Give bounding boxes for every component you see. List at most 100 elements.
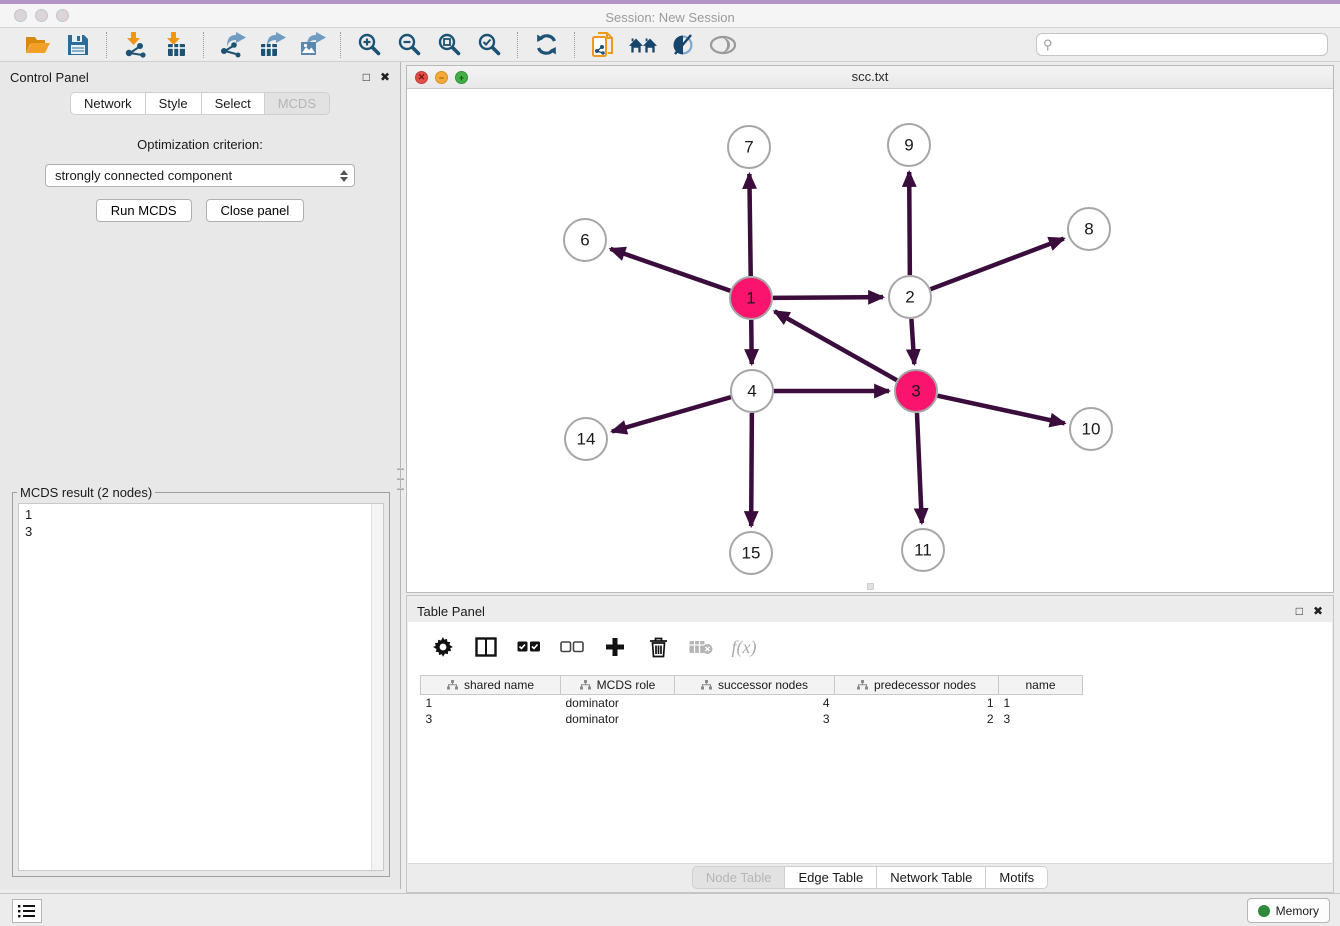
birds-eye-view-button[interactable] — [709, 31, 737, 59]
graph-node-3[interactable]: 3 — [895, 370, 937, 412]
export-network-button[interactable] — [218, 31, 246, 59]
result-scrollbar[interactable] — [371, 504, 383, 870]
export-image-button[interactable] — [298, 31, 326, 59]
graph-node-14[interactable]: 14 — [565, 418, 607, 460]
network-window-titlebar[interactable]: ✕ − + scc.txt — [407, 66, 1333, 89]
home-button[interactable] — [629, 31, 657, 59]
tab-style[interactable]: Style — [146, 92, 202, 115]
edge-1-2[interactable] — [773, 297, 883, 298]
plus-icon — [605, 637, 625, 657]
zoom-fit-button[interactable] — [435, 31, 463, 59]
canvas-grip[interactable] — [867, 583, 874, 590]
export-table-button[interactable] — [258, 31, 286, 59]
tab-mcds[interactable]: MCDS — [265, 92, 330, 115]
tab-select[interactable]: Select — [202, 92, 265, 115]
edge-3-11[interactable] — [917, 413, 922, 523]
network-zoom-button[interactable]: + — [455, 71, 468, 84]
column-header-MCDS-role[interactable]: MCDS role — [561, 676, 675, 695]
table-cell[interactable]: 1 — [999, 695, 1083, 711]
home-icon — [629, 33, 657, 57]
control-panel-maximize-button[interactable]: □ — [363, 70, 370, 84]
import-table-button[interactable] — [161, 31, 189, 59]
svg-text:14: 14 — [577, 430, 596, 449]
network-minimize-button[interactable]: − — [435, 71, 448, 84]
graph-node-9[interactable]: 9 — [888, 124, 930, 166]
network-close-button[interactable]: ✕ — [415, 71, 428, 84]
edge-2-9[interactable] — [909, 172, 910, 275]
graph-node-15[interactable]: 15 — [730, 532, 772, 574]
graph-node-1[interactable]: 1 — [730, 277, 772, 319]
node-table: shared nameMCDS rolesuccessor nodesprede… — [420, 675, 1083, 727]
table-row[interactable]: 1dominator411 — [421, 695, 1083, 711]
column-type-icon — [701, 680, 712, 690]
table-options-button[interactable] — [430, 635, 456, 659]
tab-network-table[interactable]: Network Table — [877, 866, 986, 889]
tab-node-table[interactable]: Node Table — [692, 866, 786, 889]
memory-status-icon — [1258, 905, 1270, 917]
table-cell[interactable]: 3 — [421, 711, 561, 727]
table-panel-close-button[interactable]: ✖ — [1313, 604, 1323, 618]
control-panel-close-button[interactable]: ✖ — [380, 70, 390, 84]
run-mcds-button[interactable]: Run MCDS — [96, 199, 192, 222]
graph-node-10[interactable]: 10 — [1070, 408, 1112, 450]
hide-graphics-details-button[interactable] — [669, 31, 697, 59]
add-column-button[interactable] — [602, 635, 628, 659]
graph-node-7[interactable]: 7 — [728, 126, 770, 168]
edge-4-15[interactable] — [751, 413, 752, 526]
edge-4-14[interactable] — [612, 397, 731, 431]
panel-splitter-handle[interactable] — [397, 468, 404, 490]
tab-network[interactable]: Network — [70, 92, 146, 115]
save-session-button[interactable] — [64, 31, 92, 59]
edge-2-3[interactable] — [911, 319, 914, 364]
tab-motifs[interactable]: Motifs — [986, 866, 1048, 889]
column-header-name[interactable]: name — [999, 676, 1083, 695]
column-type-icon — [580, 680, 591, 690]
graph-node-4[interactable]: 4 — [731, 370, 773, 412]
column-header-successor-nodes[interactable]: successor nodes — [675, 676, 835, 695]
zoom-selected-button[interactable] — [475, 31, 503, 59]
refresh-button[interactable] — [532, 31, 560, 59]
graph-node-11[interactable]: 11 — [902, 529, 944, 571]
table-cell[interactable]: 2 — [835, 711, 999, 727]
unselect-all-columns-button[interactable] — [559, 635, 585, 659]
table-cell[interactable]: dominator — [561, 711, 675, 727]
import-network-button[interactable] — [121, 31, 149, 59]
column-header-predecessor-nodes[interactable]: predecessor nodes — [835, 676, 999, 695]
graph-node-8[interactable]: 8 — [1068, 208, 1110, 250]
table-row[interactable]: 3dominator323 — [421, 711, 1083, 727]
network-graph[interactable]: 7 9 6 8 1 2 4 3 14 10 15 11 — [407, 89, 1333, 592]
edge-3-1[interactable] — [775, 311, 897, 380]
table-cell[interactable]: dominator — [561, 695, 675, 711]
network-canvas[interactable]: 7 9 6 8 1 2 4 3 14 10 15 11 — [407, 89, 1333, 592]
memory-button[interactable]: Memory — [1247, 898, 1330, 923]
open-session-button[interactable] — [24, 31, 52, 59]
table-panel-maximize-button[interactable]: □ — [1296, 604, 1303, 618]
delete-column-button[interactable] — [645, 635, 671, 659]
mcds-result-text[interactable]: 1 3 — [19, 504, 371, 870]
edge-1-7[interactable] — [749, 174, 750, 276]
table-cell[interactable]: 3 — [675, 711, 835, 727]
show-columns-button[interactable] — [473, 635, 499, 659]
table-cell[interactable]: 1 — [835, 695, 999, 711]
column-header-shared-name[interactable]: shared name — [421, 676, 561, 695]
zoom-out-button[interactable] — [395, 31, 423, 59]
table-cell[interactable]: 3 — [999, 711, 1083, 727]
graph-node-6[interactable]: 6 — [564, 219, 606, 261]
search-input[interactable] — [1057, 36, 1327, 54]
select-all-columns-button[interactable] — [516, 635, 542, 659]
zoom-in-icon — [357, 32, 382, 57]
tab-edge-table[interactable]: Edge Table — [785, 866, 877, 889]
duplicate-network-button[interactable] — [589, 31, 617, 59]
criterion-select[interactable]: strongly connected component — [45, 164, 355, 187]
table-cell[interactable]: 1 — [421, 695, 561, 711]
task-history-button[interactable] — [12, 899, 42, 923]
table-cell[interactable]: 4 — [675, 695, 835, 711]
zoom-in-button[interactable] — [355, 31, 383, 59]
edge-2-8[interactable] — [931, 239, 1064, 290]
graph-node-2[interactable]: 2 — [889, 276, 931, 318]
search-box[interactable]: ⚲ — [1036, 33, 1328, 56]
close-panel-button[interactable]: Close panel — [206, 199, 305, 222]
edge-3-10[interactable] — [937, 396, 1064, 424]
edge-1-6[interactable] — [610, 249, 730, 291]
zoom-selected-icon — [477, 32, 502, 57]
